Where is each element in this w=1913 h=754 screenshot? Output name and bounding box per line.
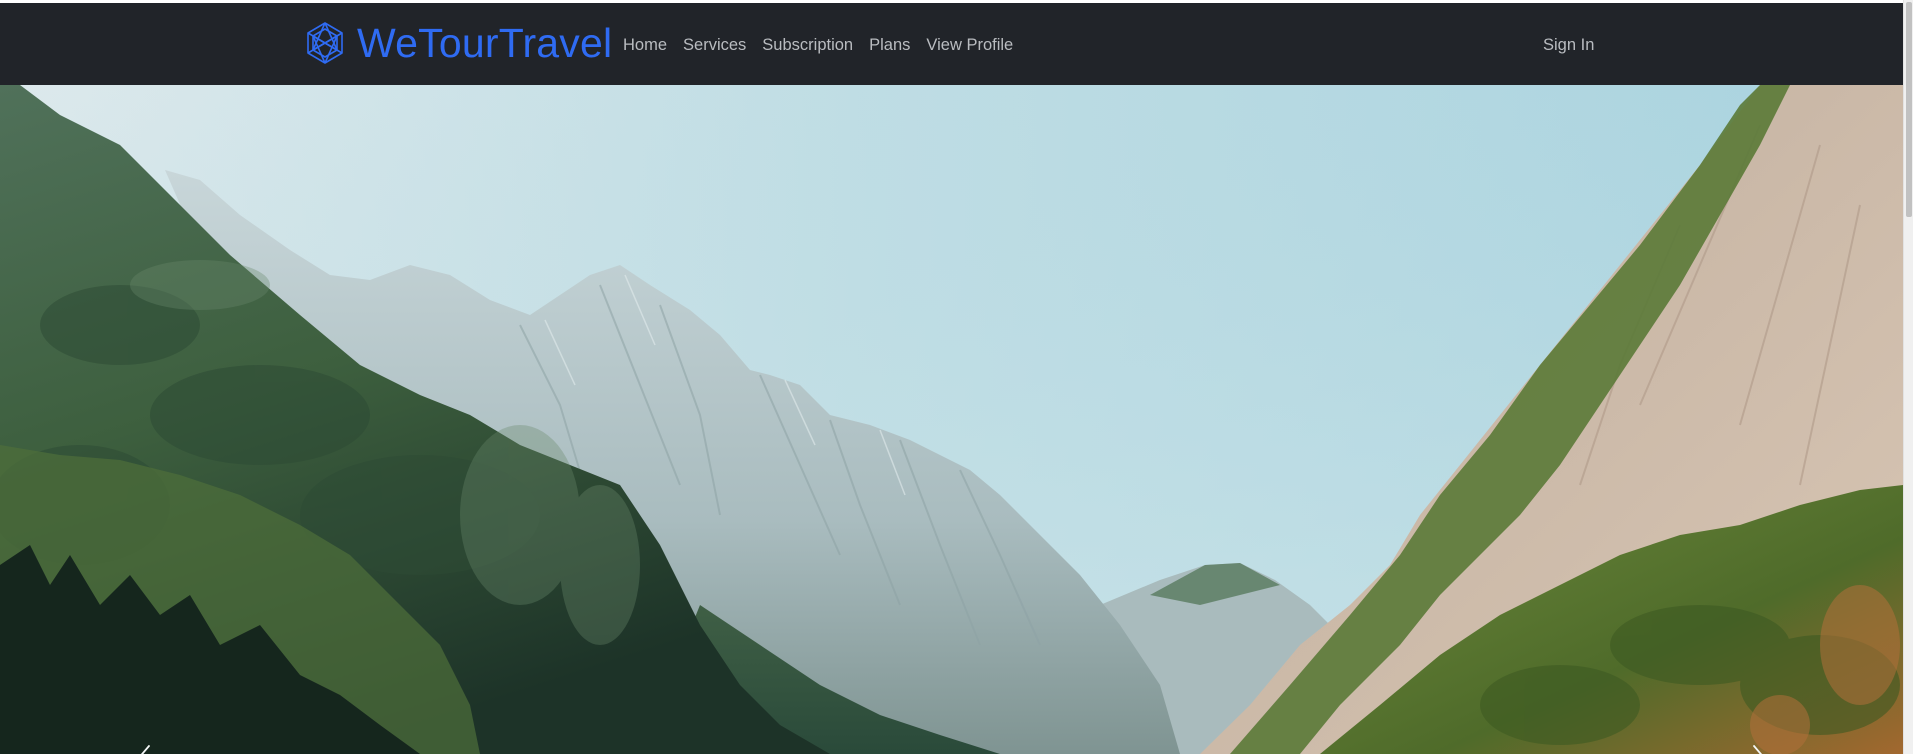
brand-logo-link[interactable]: WeTourTravel [303,17,612,69]
brand-name: WeTourTravel [357,19,613,66]
nav-links: Home Services Subscription Plans View Pr… [623,34,1029,56]
chevron-left-icon [140,745,150,754]
nav-view-profile[interactable]: View Profile [926,34,1013,56]
page: WeTourTravel Home Services Subscription … [0,0,1913,754]
page-scrollbar[interactable] [1903,0,1913,754]
nav-home[interactable]: Home [623,34,667,56]
nav-subscription[interactable]: Subscription [762,34,853,56]
sign-in-link[interactable]: Sign In [1543,34,1594,56]
globe-wireframe-icon [307,22,343,64]
navbar: WeTourTravel Home Services Subscription … [0,3,1903,85]
nav-plans[interactable]: Plans [869,34,910,56]
carousel-prev-button[interactable] [123,730,163,754]
nav-services[interactable]: Services [683,34,746,56]
scrollbar-thumb[interactable] [1906,2,1912,217]
mountain-valley-photo [0,85,1903,754]
carousel-next-button[interactable] [1740,730,1780,754]
chevron-right-icon [1753,745,1763,754]
hero-carousel [0,85,1903,754]
